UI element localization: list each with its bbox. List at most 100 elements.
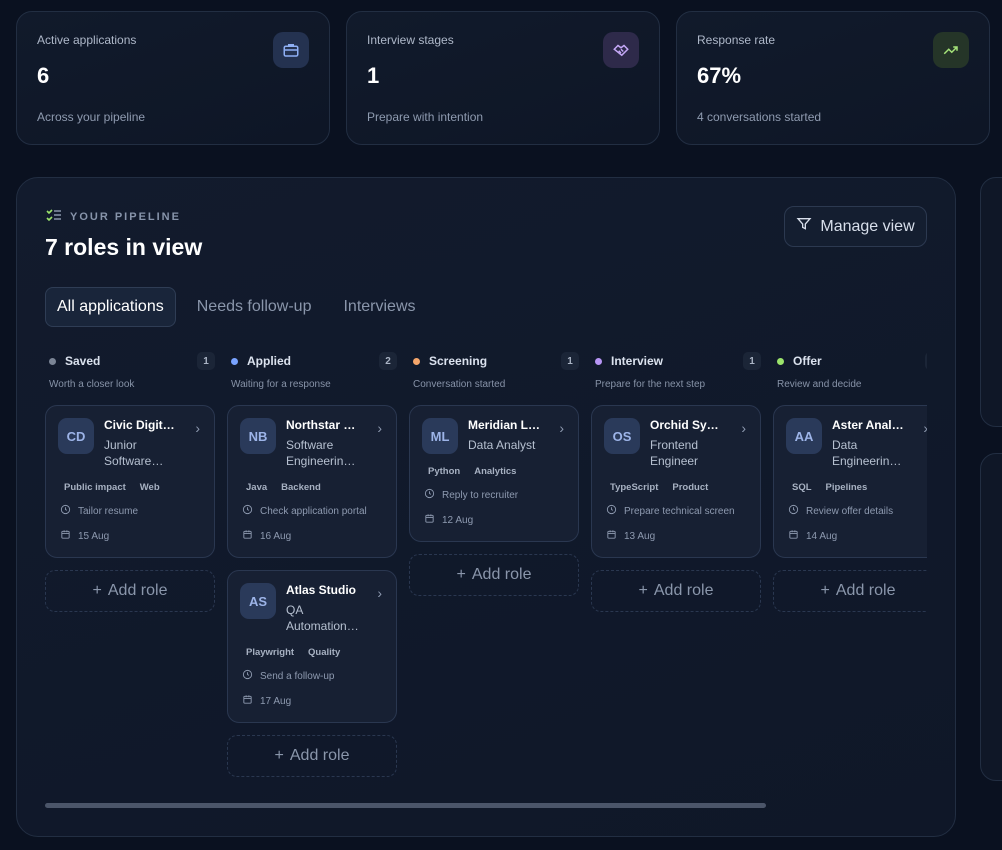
- task-text: Review offer details: [806, 505, 894, 517]
- stat-label: Response rate: [697, 33, 776, 47]
- tag: Playwright: [246, 647, 295, 658]
- column-count-badge: 1: [743, 352, 761, 370]
- add-role-button[interactable]: + Add role: [45, 570, 215, 612]
- column-subtitle: Prepare for the next step: [595, 379, 706, 390]
- column-interview: Interview 1 Prepare for the next step OS › Or…: [591, 348, 761, 612]
- tag-list: SQL Pipelines: [786, 482, 927, 493]
- next-task: Check application portal: [240, 504, 384, 518]
- date-text: 16 Aug: [260, 530, 292, 542]
- trending-up-icon: [933, 32, 969, 68]
- tag-list: Java Backend: [240, 482, 384, 493]
- task-text: Tailor resume: [78, 505, 139, 517]
- due-date: 15 Aug: [58, 529, 202, 557]
- chevron-right-icon[interactable]: ›: [377, 420, 382, 436]
- due-date: 17 Aug: [240, 694, 384, 722]
- add-role-button[interactable]: + Add role: [227, 735, 397, 777]
- column-title: Interview: [611, 354, 664, 368]
- due-date: 16 Aug: [240, 529, 384, 557]
- stat-value: 6: [37, 63, 50, 88]
- column-count-badge: 1: [561, 352, 579, 370]
- company-name: Meridian L…: [468, 418, 541, 432]
- stat-value: 1: [367, 63, 380, 88]
- manage-view-label: Manage view: [820, 217, 915, 235]
- chevron-right-icon[interactable]: ›: [923, 420, 927, 436]
- tag: Public impact: [64, 482, 126, 493]
- application-card[interactable]: NB › Northstar … Software Engineerin… Java Ba…: [227, 405, 397, 558]
- due-date: 13 Aug: [604, 529, 748, 557]
- chevron-right-icon[interactable]: ›: [741, 420, 746, 436]
- date-text: 12 Aug: [442, 514, 474, 526]
- task-text: Check application portal: [260, 505, 367, 517]
- tab-interviews[interactable]: Interviews: [332, 287, 426, 327]
- add-role-label: Add role: [835, 582, 896, 599]
- application-card[interactable]: AS › Atlas Studio QA Automation… Playwright Q…: [227, 570, 397, 723]
- company-avatar: ML: [422, 418, 458, 454]
- page-title: 7 roles in view: [45, 234, 203, 260]
- column-subtitle: Worth a closer look: [49, 379, 135, 390]
- clock-icon: [242, 669, 253, 683]
- handshake-icon: [603, 32, 639, 68]
- tab-all-applications[interactable]: All applications: [45, 287, 176, 327]
- column-header: Screening 1: [409, 348, 579, 374]
- chevron-right-icon[interactable]: ›: [559, 420, 564, 436]
- status-dot: [413, 357, 420, 365]
- calendar-icon: [60, 529, 71, 543]
- manage-view-button[interactable]: Manage view: [784, 206, 927, 247]
- tag-list: Python Analytics: [422, 466, 566, 477]
- tab-needs-follow-up[interactable]: Needs follow-up: [186, 287, 323, 327]
- stat-label: Active applications: [37, 33, 137, 47]
- application-card[interactable]: OS › Orchid Sy… Frontend Engineer TypeScript…: [591, 405, 761, 558]
- task-text: Prepare technical screen: [624, 505, 735, 517]
- pipeline-eyebrow-text: YOUR PIPELINE: [70, 210, 181, 223]
- tag: Backend: [281, 482, 321, 493]
- tag-list: Public impact Web: [58, 482, 202, 493]
- clock-icon: [606, 504, 617, 518]
- application-card[interactable]: AA › Aster Anal… Data Engineerin… SQL Pipelin…: [773, 405, 927, 558]
- plus-icon: +: [820, 582, 830, 599]
- side-panel-top: [980, 177, 1002, 427]
- calendar-icon: [424, 513, 435, 527]
- calendar-icon: [242, 694, 253, 708]
- column-subtitle: Review and decide: [777, 379, 862, 390]
- add-role-button[interactable]: + Add role: [591, 570, 761, 612]
- tag: Product: [672, 482, 709, 493]
- chevron-right-icon[interactable]: ›: [377, 585, 382, 601]
- view-tabs: All applications Needs follow-up Intervi…: [45, 287, 437, 327]
- tag: Analytics: [474, 466, 517, 477]
- date-text: 15 Aug: [78, 530, 110, 542]
- calendar-icon: [788, 529, 799, 543]
- kanban-board[interactable]: Saved 1 Worth a closer look CD › Civic Digit……: [45, 348, 927, 808]
- company-name: Civic Digit…: [104, 418, 175, 432]
- stat-card-interview-stages: Interview stages 1 Prepare with intentio…: [346, 11, 660, 145]
- role-title: QA Automation…: [286, 603, 359, 633]
- column-title: Applied: [247, 354, 291, 368]
- stat-sub: 4 conversations started: [697, 110, 822, 124]
- column-title: Offer: [793, 354, 822, 368]
- clock-icon: [60, 504, 71, 518]
- company-name: Aster Anal…: [832, 418, 904, 432]
- tag-list: TypeScript Product: [604, 482, 748, 493]
- date-text: 13 Aug: [624, 530, 656, 542]
- due-date: 12 Aug: [422, 513, 566, 541]
- stat-value: 67%: [697, 63, 742, 88]
- add-role-button[interactable]: + Add role: [409, 554, 579, 596]
- clock-icon: [424, 488, 435, 502]
- horizontal-scrollbar[interactable]: [45, 803, 766, 808]
- add-role-label: Add role: [471, 566, 532, 583]
- briefcase-icon: [273, 32, 309, 68]
- company-avatar: OS: [604, 418, 640, 454]
- plus-icon: +: [92, 582, 102, 599]
- plus-icon: +: [456, 566, 466, 583]
- chevron-right-icon[interactable]: ›: [195, 420, 200, 436]
- stat-sub: Prepare with intention: [367, 110, 484, 124]
- application-card[interactable]: ML › Meridian L… Data Analyst Python Analytic…: [409, 405, 579, 542]
- date-text: 17 Aug: [260, 695, 292, 707]
- due-date: 14 Aug: [786, 529, 927, 557]
- add-role-button[interactable]: + Add role: [773, 570, 927, 612]
- application-card[interactable]: CD › Civic Digit… Junior Software… Public im…: [45, 405, 215, 558]
- company-avatar: AS: [240, 583, 276, 619]
- stat-card-response-rate: Response rate 67% 4 conversations starte…: [676, 11, 990, 145]
- add-role-label: Add role: [289, 747, 350, 764]
- date-text: 14 Aug: [806, 530, 838, 542]
- company-avatar: AA: [786, 418, 822, 454]
